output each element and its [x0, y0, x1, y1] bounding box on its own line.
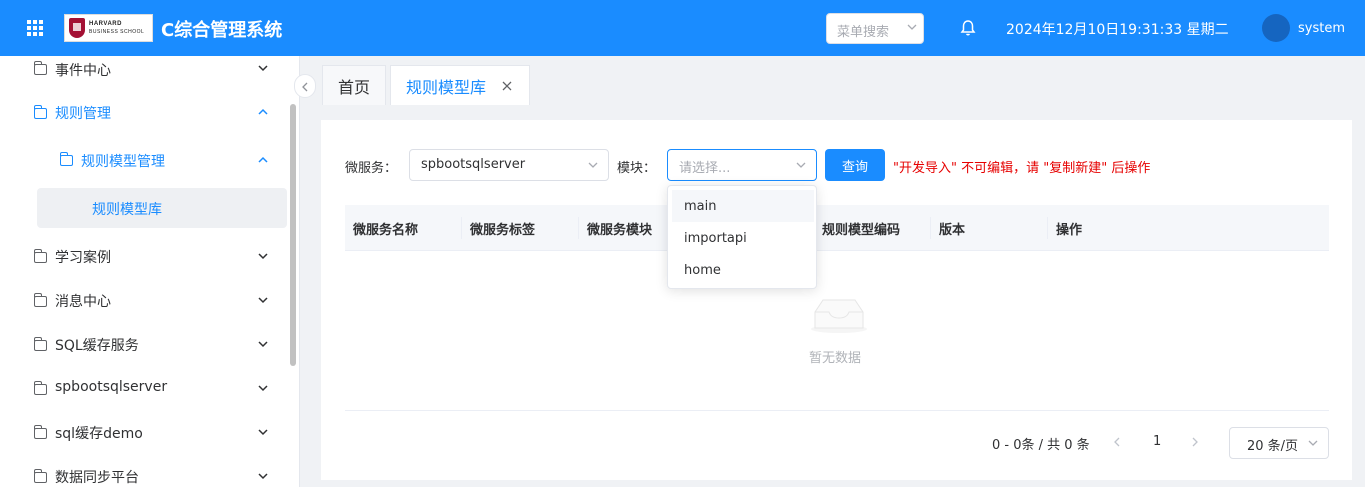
sidebar-item-label: sql缓存demo [55, 426, 143, 442]
sidebar-item-message-center[interactable]: 消息中心 [0, 278, 290, 322]
app-title: C综合管理系统 [161, 20, 283, 41]
sidebar: 事件中心 规则管理 规则模型管理 规则模型库 学习案例 消息中心 SQL缓存服务… [0, 56, 300, 487]
microservice-select[interactable]: spbootsqlserver [409, 149, 609, 181]
folder-icon [33, 293, 47, 307]
shield-icon [69, 18, 85, 38]
tab-home[interactable]: 首页 [322, 65, 386, 105]
column-divider[interactable] [461, 217, 462, 239]
column-divider[interactable] [1047, 217, 1048, 239]
chevron-up-icon [258, 156, 268, 163]
folder-icon [33, 249, 47, 263]
dropdown-option-home[interactable]: home [672, 254, 814, 286]
sidebar-item-label: spbootsqlserver [55, 379, 168, 395]
chevron-down-icon [258, 341, 268, 348]
folder-icon [33, 469, 47, 483]
microservice-value: spbootsqlserver [421, 157, 526, 172]
folder-icon [33, 381, 47, 395]
sidebar-item-sql-cache-demo[interactable]: sql缓存demo [0, 410, 290, 454]
sidebar-item-rule-model-library[interactable]: 规则模型库 [0, 186, 290, 230]
chevron-down-icon [588, 162, 598, 168]
module-label: 模块： [617, 161, 657, 176]
tab-rule-model-library[interactable]: 规则模型库 [390, 65, 530, 105]
sidebar-item-label: 学习案例 [55, 250, 111, 266]
empty-text: 暂无数据 [809, 351, 862, 366]
folder-icon [33, 105, 47, 119]
chevron-left-icon[interactable] [1112, 436, 1122, 448]
sidebar-item-rule-management[interactable]: 规则管理 [0, 90, 290, 134]
sidebar-item-label: 事件中心 [55, 63, 111, 79]
logo-line1: HARVARD [89, 21, 122, 27]
folder-icon [59, 152, 73, 166]
datetime: 2024年12月10日19:31:33 星期二 [1006, 22, 1229, 38]
sidebar-item-event-center[interactable]: 事件中心 [0, 56, 290, 90]
page-size-select[interactable]: 20 条/页 [1229, 427, 1329, 459]
module-dropdown: main importapi home [667, 185, 817, 289]
tab-label: 首页 [338, 77, 371, 97]
top-header: HARVARD BUSINESS SCHOOL C综合管理系统 菜单搜索 202… [0, 0, 1365, 56]
folder-icon [33, 61, 47, 75]
microservice-label: 微服务： [345, 161, 398, 176]
apps-grid-icon[interactable] [27, 20, 43, 36]
username[interactable]: system [1298, 21, 1345, 36]
folder-icon [33, 337, 47, 351]
sidebar-item-learning-cases[interactable]: 学习案例 [0, 234, 290, 278]
column-divider[interactable] [578, 217, 579, 239]
chevron-right-icon[interactable] [1190, 436, 1200, 448]
sidebar-item-spbootsqlserver[interactable]: spbootsqlserver [0, 366, 290, 410]
sidebar-item-label: 规则模型管理 [81, 154, 165, 170]
query-button[interactable]: 查询 [825, 149, 885, 181]
sidebar-item-data-sync-platform[interactable]: 数据同步平台 [0, 454, 290, 487]
column-divider[interactable] [930, 217, 931, 239]
dropdown-option-importapi[interactable]: importapi [672, 222, 814, 254]
folder-icon [33, 425, 47, 439]
sidebar-item-rule-model-management[interactable]: 规则模型管理 [0, 138, 290, 182]
module-select[interactable]: 请选择... [667, 149, 817, 181]
chevron-left-icon [302, 82, 308, 92]
sidebar-item-label: 数据同步平台 [55, 470, 139, 486]
close-icon[interactable] [501, 80, 513, 92]
column-header[interactable]: 微服务模块 [587, 219, 652, 238]
chevron-down-icon [258, 385, 268, 392]
tab-label: 规则模型库 [406, 77, 487, 97]
module-placeholder: 请选择... [679, 161, 731, 176]
table-bottom-border [345, 410, 1329, 411]
pagination-current-page[interactable]: 1 [1153, 434, 1161, 449]
menu-search-select[interactable]: 菜单搜索 [826, 13, 924, 44]
bell-icon[interactable] [960, 19, 976, 37]
collapse-sidebar-button[interactable] [294, 74, 316, 98]
logo: HARVARD BUSINESS SCHOOL [64, 14, 153, 42]
page-size-value: 20 条/页 [1247, 439, 1299, 454]
column-header[interactable]: 规则模型编码 [822, 219, 900, 238]
empty-inbox-icon [811, 299, 867, 333]
sidebar-item-label: 规则管理 [55, 106, 111, 122]
sidebar-item-label: 规则模型库 [92, 202, 162, 218]
sidebar-item-sql-cache-service[interactable]: SQL缓存服务 [0, 322, 290, 366]
chevron-down-icon [258, 297, 268, 304]
sidebar-item-label: SQL缓存服务 [55, 338, 139, 354]
logo-line2: BUSINESS SCHOOL [89, 29, 145, 35]
edit-tip: "开发导入" 不可编辑，请 "复制新建" 后操作 [893, 161, 1151, 176]
pagination-total: 0 - 0条 / 共 0 条 [992, 438, 1090, 453]
dropdown-option-main[interactable]: main [672, 190, 814, 222]
chevron-down-icon [258, 253, 268, 260]
chevron-down-icon [1308, 440, 1318, 446]
chevron-down-icon [258, 65, 268, 72]
chevron-down-icon [258, 429, 268, 436]
sidebar-item-label: 消息中心 [55, 294, 111, 310]
chevron-down-icon [907, 24, 917, 30]
column-header[interactable]: 版本 [939, 219, 965, 238]
sidebar-scrollbar[interactable] [290, 104, 296, 366]
column-header[interactable]: 微服务名称 [353, 219, 418, 238]
table-header: 微服务名称 微服务标签 微服务模块 规则模型编码 版本 操作 [345, 205, 1329, 251]
menu-search-placeholder: 菜单搜索 [837, 25, 890, 40]
column-header[interactable]: 操作 [1056, 219, 1082, 238]
column-header[interactable]: 微服务标签 [470, 219, 535, 238]
chevron-down-icon [258, 473, 268, 480]
avatar[interactable] [1262, 14, 1290, 42]
chevron-down-icon [796, 162, 806, 168]
chevron-up-icon [258, 108, 268, 115]
